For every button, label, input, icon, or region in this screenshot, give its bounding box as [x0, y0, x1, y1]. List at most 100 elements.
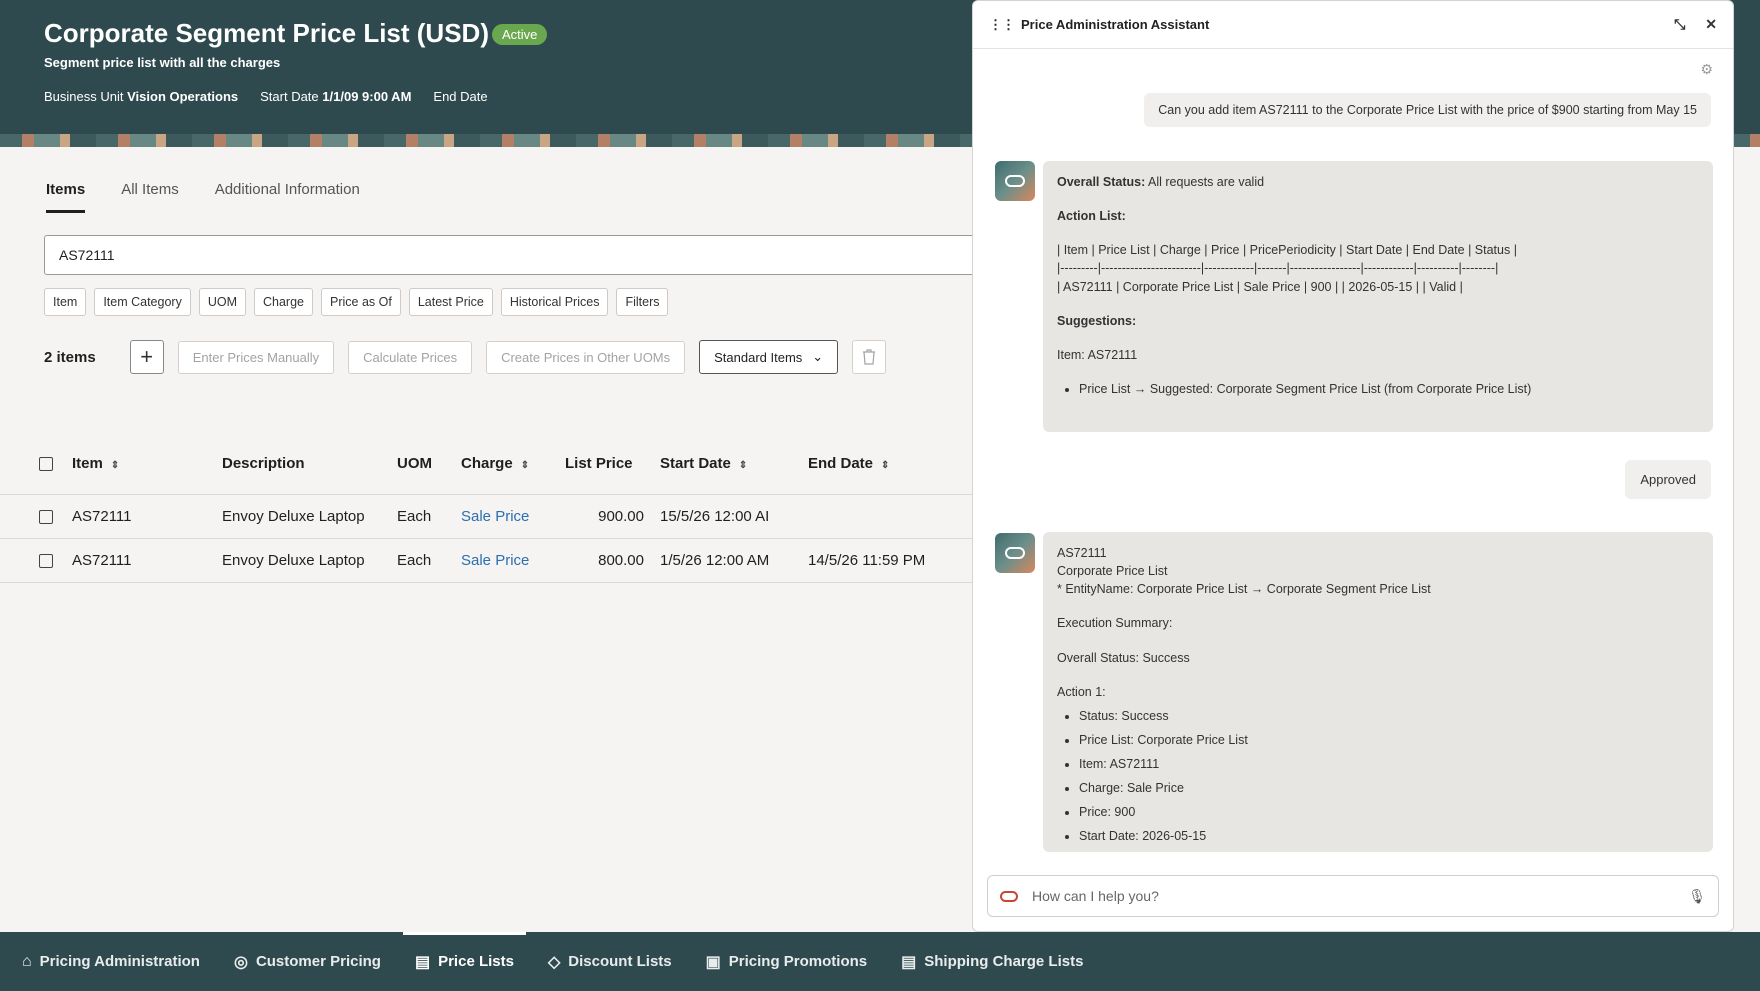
col-list-price: List Price	[557, 434, 652, 495]
search-input[interactable]: AS72111	[44, 235, 972, 275]
filter-filters[interactable]: Filters	[616, 288, 669, 316]
row-checkbox-cell[interactable]	[0, 538, 64, 583]
assistant-reply-execution: AS72111 Corporate Price List * EntityNam…	[1043, 532, 1713, 852]
main-content: Items All Items Additional Information A…	[0, 147, 972, 932]
col-charge[interactable]: Charge ⇕	[453, 434, 557, 495]
sort-icon[interactable]: ⇕	[881, 460, 889, 471]
checkbox[interactable]	[39, 509, 53, 524]
price-list-icon: ▤	[414, 953, 431, 971]
shipping-list-icon: ▤	[901, 953, 917, 971]
standard-items-select[interactable]: Standard Items ⌄	[699, 340, 839, 374]
settings-icon[interactable]: ⚙	[1700, 61, 1713, 78]
filter-item-category[interactable]: Item Category	[94, 288, 191, 316]
filter-item[interactable]: Item	[44, 288, 87, 316]
tab-additional-information[interactable]: Additional Information	[215, 181, 360, 213]
assistant-panel: ⋮⋮ Price Administration Assistant ⤡ ✕ ⚙ …	[972, 0, 1734, 932]
target-icon: ◎	[233, 953, 248, 971]
table-row[interactable]: AS72111 Envoy Deluxe Laptop Each Sale Pr…	[0, 538, 972, 583]
collapse-icon[interactable]: ⤡	[1674, 16, 1685, 33]
cell-end-date	[800, 494, 972, 539]
assistant-header: ⋮⋮ Price Administration Assistant ⤡ ✕	[973, 1, 1733, 49]
cell-list-price: 800.00	[557, 538, 652, 583]
microphone-icon[interactable]: 🎙	[1688, 888, 1706, 905]
sort-icon[interactable]: ⇕	[739, 460, 747, 471]
col-uom: UOM	[389, 434, 453, 495]
cell-list-price: 900.00	[557, 494, 652, 539]
user-message: Can you add item AS72111 to the Corporat…	[1144, 93, 1711, 127]
cell-item: AS72111	[64, 538, 214, 583]
cell-start-date: 1/5/26 12:00 AM	[652, 538, 800, 583]
page-subtitle: Segment price list with all the charges	[44, 55, 281, 70]
cell-end-date: 14/5/26 11:59 PM	[800, 538, 972, 583]
list-item: Price: 900	[1079, 803, 1699, 821]
cell-charge-link[interactable]: Sale Price	[453, 494, 557, 539]
delete-button[interactable]	[852, 340, 887, 374]
list-item: Start Date: 2026-05-15	[1079, 827, 1699, 845]
grid-icon: ⋮⋮	[989, 16, 1015, 32]
assistant-avatar	[995, 161, 1035, 201]
filter-historical-prices[interactable]: Historical Prices	[500, 288, 609, 316]
cell-charge-link[interactable]: Sale Price	[453, 538, 557, 583]
assistant-reply-validation: Overall Status: All requests are valid A…	[1043, 161, 1713, 432]
dollar-icon: ▣	[705, 953, 721, 971]
nav-discount-lists[interactable]: ◇ Discount Lists	[548, 932, 672, 991]
col-start-date[interactable]: Start Date ⇕	[652, 434, 800, 495]
select-all-checkbox[interactable]	[0, 434, 64, 495]
enter-prices-manually-button[interactable]: Enter Prices Manually	[177, 340, 335, 374]
filter-latest-price[interactable]: Latest Price	[408, 288, 493, 316]
nav-shipping-charge-lists[interactable]: ▤ Shipping Charge Lists	[901, 932, 1083, 991]
filter-price-as-of[interactable]: Price as Of	[321, 288, 401, 316]
table-row[interactable]: AS72111 Envoy Deluxe Laptop Each Sale Pr…	[0, 494, 972, 539]
checkbox[interactable]	[39, 457, 53, 472]
assistant-avatar	[995, 533, 1035, 573]
oracle-logo-icon	[1000, 890, 1018, 902]
start-date: Start Date 1/1/09 9:00 AM	[260, 89, 412, 104]
close-icon[interactable]: ✕	[1705, 16, 1717, 33]
cell-description: Envoy Deluxe Laptop	[214, 494, 389, 539]
home-icon: ⌂	[22, 952, 32, 970]
sort-icon[interactable]: ⇕	[521, 460, 529, 471]
list-item: Status: Success	[1079, 707, 1699, 725]
chevron-down-icon: ⌄	[812, 349, 824, 364]
add-button[interactable]: +	[129, 340, 164, 374]
tab-bar: Items All Items Additional Information	[46, 181, 360, 213]
row-checkbox-cell[interactable]	[0, 494, 64, 539]
checkbox[interactable]	[39, 553, 53, 568]
list-item: Item: AS72111	[1079, 755, 1699, 773]
sort-icon[interactable]: ⇕	[111, 460, 119, 471]
list-item: Charge: Sale Price	[1079, 779, 1699, 797]
cell-description: Envoy Deluxe Laptop	[214, 538, 389, 583]
col-end-date[interactable]: End Date ⇕	[800, 434, 972, 495]
calculate-prices-button[interactable]: Calculate Prices	[348, 340, 473, 374]
nav-price-lists[interactable]: ▤ Price Lists	[402, 932, 526, 991]
status-badge: Active	[492, 24, 548, 45]
chat-input-placeholder: How can I help you?	[1032, 888, 1159, 904]
cell-item: AS72111	[64, 494, 214, 539]
filter-uom[interactable]: UOM	[198, 288, 246, 316]
items-count: 2 items	[44, 348, 96, 366]
header-meta: Business Unit Vision Operations Start Da…	[44, 89, 488, 104]
trash-icon	[863, 349, 876, 365]
tab-all-items[interactable]: All Items	[121, 181, 179, 213]
end-date: End Date	[433, 89, 488, 104]
list-item: Price List: Corporate Price List	[1079, 731, 1699, 749]
table-header-row: Item ⇕ Description UOM Charge ⇕ List Price…	[0, 434, 972, 495]
cell-start-date: 15/5/26 12:00 AI	[652, 494, 800, 539]
col-item[interactable]: Item ⇕	[64, 434, 214, 495]
filter-charge[interactable]: Charge	[254, 288, 313, 316]
cell-uom: Each	[389, 494, 453, 539]
filter-chips: Item Item Category UOM Charge Price as O…	[44, 288, 669, 316]
col-description: Description	[214, 434, 389, 495]
nav-pricing-promotions[interactable]: ▣ Pricing Promotions	[706, 932, 867, 991]
assistant-title: Price Administration Assistant	[1021, 17, 1210, 32]
tag-icon: ◇	[547, 953, 561, 971]
chat-input[interactable]: How can I help you? 🎙	[987, 875, 1719, 917]
create-prices-other-uoms-button[interactable]: Create Prices in Other UOMs	[486, 340, 686, 374]
nav-pricing-administration[interactable]: ⌂ Pricing Administration	[22, 932, 200, 991]
items-toolbar: 2 items + Enter Prices Manually Calculat…	[44, 340, 887, 374]
items-table: Item ⇕ Description UOM Charge ⇕ List Price…	[0, 434, 972, 583]
suggestion-bullet: Price List → Suggested: Corporate Segmen…	[1079, 380, 1699, 398]
nav-customer-pricing[interactable]: ◎ Customer Pricing	[234, 932, 381, 991]
tab-items[interactable]: Items	[46, 181, 86, 213]
approved-message: Approved	[1625, 460, 1711, 499]
